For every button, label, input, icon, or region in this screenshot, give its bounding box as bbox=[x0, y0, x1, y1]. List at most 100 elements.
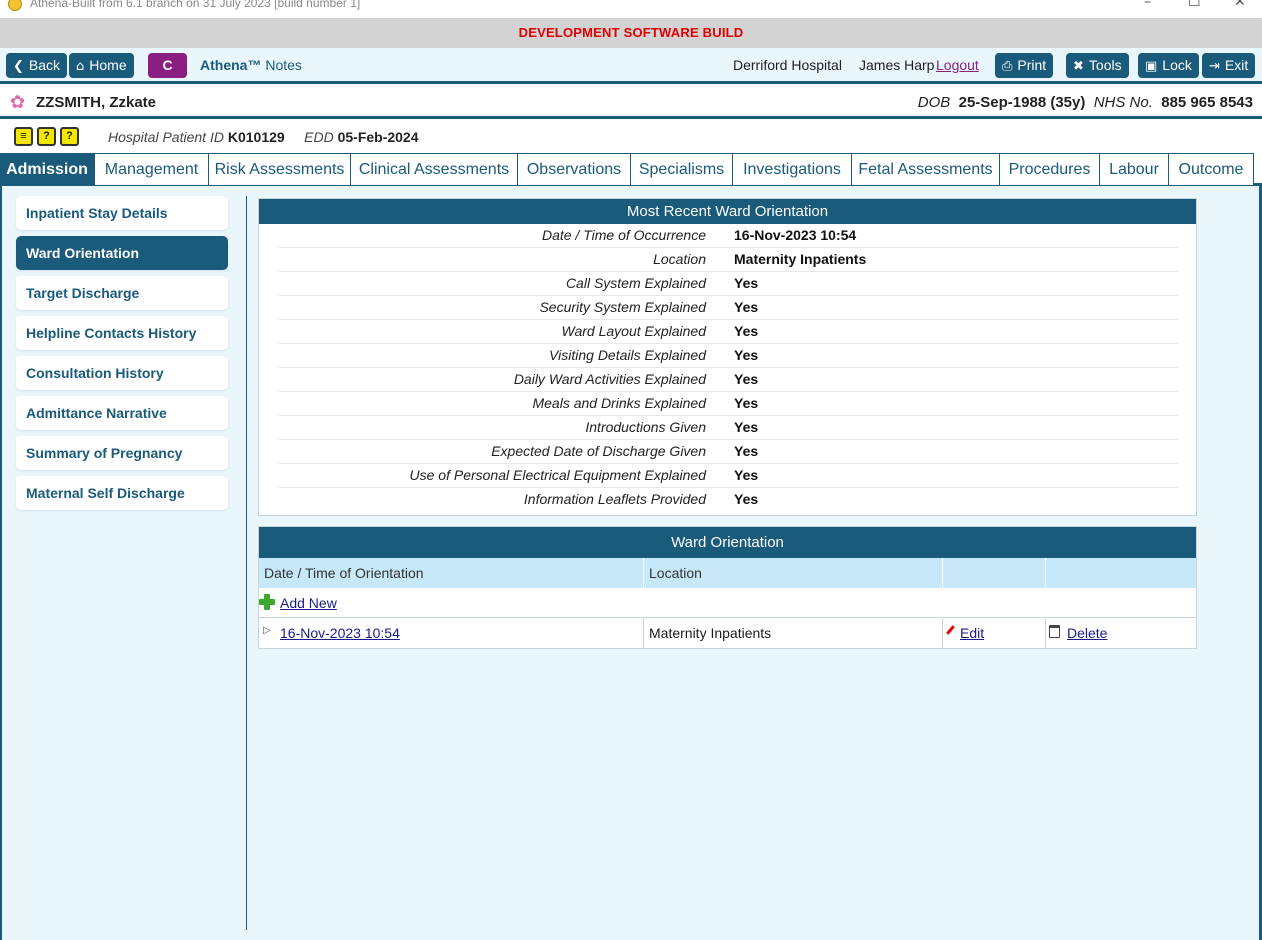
sidebar-item-helpline-contacts-history[interactable]: Helpline Contacts History bbox=[16, 316, 228, 350]
question-alert-icon[interactable]: ? bbox=[37, 127, 56, 146]
hospital-name: Derriford Hospital bbox=[733, 57, 842, 73]
patient-identifiers: DOB 25-Sep-1988 (35y) NHS No. 885 965 85… bbox=[918, 94, 1253, 111]
detail-value: Yes bbox=[734, 491, 759, 507]
app-name-bold: Athena™ bbox=[200, 57, 262, 73]
detail-label: Security System Explained bbox=[539, 299, 706, 315]
window-titlebar: Athena-Built from 6.1 branch on 31 July … bbox=[0, 0, 1262, 18]
main-content: Inpatient Stay Details Ward Orientation … bbox=[0, 186, 1262, 940]
lock-button[interactable]: ▣ Lock bbox=[1138, 53, 1199, 78]
home-button[interactable]: ⌂ Home bbox=[69, 53, 134, 78]
question-alert-icon[interactable]: ? bbox=[60, 127, 79, 146]
detail-row: Ward Layout Explained Yes bbox=[279, 320, 1178, 344]
detail-row: Information Leaflets Provided Yes bbox=[279, 488, 1178, 512]
main-toolbar: ❮ Back ⌂ Home C Athena™ Notes Derriford Ho… bbox=[0, 48, 1262, 84]
user-name: James Harp bbox=[859, 57, 935, 73]
main-tabs: Admission Management Risk Assessments Cl… bbox=[0, 152, 1262, 186]
chevron-left-icon: ❮ bbox=[13, 59, 24, 74]
close-icon[interactable]: ✕ bbox=[1234, 0, 1246, 10]
add-icon[interactable] bbox=[259, 594, 275, 610]
tab-outcome[interactable]: Outcome bbox=[1168, 153, 1254, 185]
detail-label: Expected Date of Discharge Given bbox=[491, 443, 706, 459]
detail-value: Yes bbox=[734, 275, 759, 291]
pencil-icon[interactable] bbox=[945, 625, 955, 637]
print-button[interactable]: ⎙ Print bbox=[995, 53, 1054, 78]
tools-button[interactable]: ✖ Tools bbox=[1066, 53, 1129, 78]
tab-labour[interactable]: Labour bbox=[1099, 153, 1169, 185]
sidebar-item-consultation-history[interactable]: Consultation History bbox=[16, 356, 228, 390]
app-icon bbox=[8, 0, 22, 11]
exit-icon: ⇥ bbox=[1209, 59, 1220, 74]
patient-info-bar: ≡ ? ? Hospital Patient ID K010129 EDD 05… bbox=[0, 122, 1262, 152]
detail-value: Yes bbox=[734, 419, 759, 435]
printer-icon: ⎙ bbox=[1002, 59, 1013, 74]
detail-label: Ward Layout Explained bbox=[561, 323, 707, 339]
hospital-id-line: Hospital Patient ID K010129 EDD 05-Feb-2… bbox=[108, 129, 419, 145]
sidebar-item-admittance-narrative[interactable]: Admittance Narrative bbox=[16, 396, 228, 430]
column-header-date: Date / Time of Orientation bbox=[264, 565, 424, 581]
table-row: ▷ 16-Nov-2023 10:54 Maternity Inpatients… bbox=[259, 618, 1196, 648]
detail-value: Yes bbox=[734, 371, 759, 387]
detail-label: Information Leaflets Provided bbox=[523, 491, 706, 507]
most-recent-ward-orientation-panel: Most Recent Ward Orientation Date / Time… bbox=[258, 198, 1197, 516]
detail-label: Use of Personal Electrical Equipment Exp… bbox=[409, 467, 707, 483]
sidebar-item-summary-of-pregnancy[interactable]: Summary of Pregnancy bbox=[16, 436, 228, 470]
tab-procedures[interactable]: Procedures bbox=[999, 153, 1100, 185]
sidebar-item-inpatient-stay-details[interactable]: Inpatient Stay Details bbox=[16, 196, 228, 230]
tab-specialisms[interactable]: Specialisms bbox=[630, 153, 733, 185]
exit-button[interactable]: ⇥ Exit bbox=[1202, 53, 1256, 78]
detail-value: Yes bbox=[734, 347, 759, 363]
tab-observations[interactable]: Observations bbox=[517, 153, 631, 185]
detail-label: Date / Time of Occurrence bbox=[541, 227, 706, 243]
sidebar-item-maternal-self-discharge[interactable]: Maternal Self Discharge bbox=[16, 476, 228, 510]
cell-divider bbox=[942, 618, 943, 648]
tab-clinical-assessments[interactable]: Clinical Assessments bbox=[350, 153, 518, 185]
c-button[interactable]: C bbox=[148, 53, 187, 78]
dev-build-banner: DEVELOPMENT SOFTWARE BUILD bbox=[0, 18, 1262, 48]
add-new-row: Add New bbox=[259, 588, 1196, 618]
delete-link[interactable]: Delete bbox=[1067, 625, 1107, 641]
maximize-icon[interactable]: ☐ bbox=[1188, 0, 1201, 10]
add-new-link[interactable]: Add New bbox=[280, 595, 337, 611]
exit-label: Exit bbox=[1224, 57, 1249, 73]
detail-value: Yes bbox=[734, 443, 759, 459]
dob-value: 25-Sep-1988 (35y) bbox=[958, 94, 1086, 111]
minimize-icon[interactable]: – bbox=[1144, 0, 1151, 10]
flower-icon: ✿ bbox=[10, 92, 26, 113]
patient-banner: ✿ ZZSMITH, Zzkate DOB 25-Sep-1988 (35y) … bbox=[0, 87, 1262, 119]
home-icon: ⌂ bbox=[76, 59, 85, 74]
tab-admission[interactable]: Admission bbox=[0, 153, 94, 185]
column-divider bbox=[1045, 558, 1046, 588]
detail-value: Maternity Inpatients bbox=[734, 251, 867, 267]
detail-value: Yes bbox=[734, 467, 759, 483]
sidebar-item-ward-orientation[interactable]: Ward Orientation bbox=[16, 236, 228, 270]
detail-label: Daily Ward Activities Explained bbox=[513, 371, 706, 387]
hospital-id-label: Hospital Patient ID bbox=[108, 129, 224, 145]
detail-row: Expected Date of Discharge Given Yes bbox=[279, 440, 1178, 464]
edit-link[interactable]: Edit bbox=[960, 625, 984, 641]
vertical-divider bbox=[246, 196, 247, 930]
back-button[interactable]: ❮ Back bbox=[6, 53, 68, 78]
tools-icon: ✖ bbox=[1073, 59, 1084, 74]
tab-investigations[interactable]: Investigations bbox=[732, 153, 852, 185]
tab-risk-assessments[interactable]: Risk Assessments bbox=[208, 153, 351, 185]
nhs-label: NHS No. bbox=[1093, 94, 1153, 111]
dob-label: DOB bbox=[917, 94, 951, 111]
detail-row: Security System Explained Yes bbox=[279, 296, 1178, 320]
tab-management[interactable]: Management bbox=[94, 153, 209, 185]
logout-link[interactable]: Logout bbox=[936, 57, 979, 73]
tab-fetal-assessments[interactable]: Fetal Assessments bbox=[851, 153, 1000, 185]
detail-label: Call System Explained bbox=[565, 275, 706, 291]
sidebar-item-target-discharge[interactable]: Target Discharge bbox=[16, 276, 228, 310]
expand-triangle-icon[interactable]: ▷ bbox=[263, 625, 271, 636]
window-title: Athena-Built from 6.1 branch on 31 July … bbox=[30, 0, 361, 10]
edd-label: EDD bbox=[304, 129, 334, 145]
detail-row: Visiting Details Explained Yes bbox=[279, 344, 1178, 368]
trash-icon[interactable] bbox=[1049, 625, 1060, 638]
lock-label: Lock bbox=[1162, 57, 1192, 73]
cell-divider bbox=[643, 618, 644, 648]
edd-value: 05-Feb-2024 bbox=[337, 129, 419, 145]
detail-value: Yes bbox=[734, 299, 759, 315]
notes-alert-icon[interactable]: ≡ bbox=[14, 127, 33, 146]
orientation-date-link[interactable]: 16-Nov-2023 10:54 bbox=[280, 625, 400, 641]
detail-row: Meals and Drinks Explained Yes bbox=[279, 392, 1178, 416]
